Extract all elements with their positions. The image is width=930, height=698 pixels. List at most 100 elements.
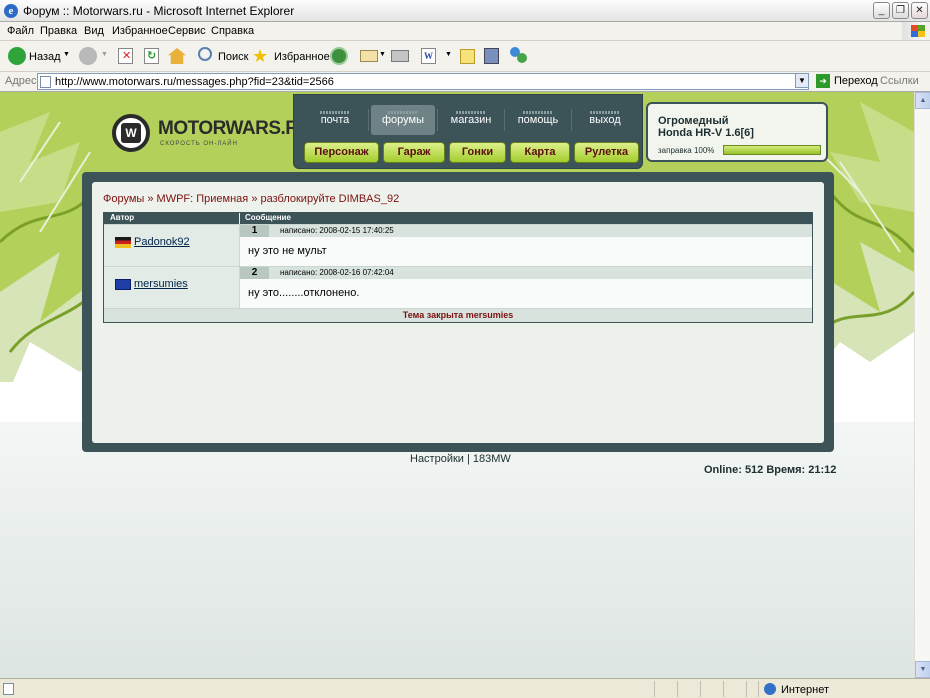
breadcrumb[interactable]: Форумы » MWPF: Приемная » разблокируйте … (103, 193, 399, 205)
forum-frame: Форумы » MWPF: Приемная » разблокируйте … (82, 172, 834, 452)
nav-shop[interactable]: магазин (440, 105, 502, 135)
car-nickname: Огромедный (658, 115, 729, 127)
nav-forums[interactable]: форумы (371, 105, 435, 135)
menu-file[interactable]: Файл (7, 25, 34, 37)
menu-bar: Файл Правка Вид Избранное Сервис Справка (0, 22, 930, 41)
online-status: Online: 512 Время: 21:12 (704, 464, 837, 476)
main-nav: почта форумы магазин помощь выход Персон… (293, 94, 643, 169)
toolbar: Назад ▼ ▼ ✕ ↻ Поиск ★ Избранное ▼ W ▼ (0, 41, 930, 72)
address-dropdown-button[interactable]: ▼ (795, 73, 809, 88)
footer-links[interactable]: Настройки | 183MW (410, 453, 511, 465)
post-date: написано: 2008-02-16 07:42:04 (280, 268, 394, 277)
home-icon (168, 48, 186, 64)
menu-edit[interactable]: Правка (40, 25, 77, 37)
forward-button[interactable]: ▼ (77, 45, 112, 67)
character-button[interactable]: Персонаж (304, 142, 379, 163)
mail-button[interactable]: ▼ (358, 45, 386, 67)
messenger-button[interactable] (508, 45, 530, 67)
stop-icon: ✕ (118, 48, 133, 64)
home-button[interactable] (166, 45, 188, 67)
nav-help[interactable]: помощь (507, 105, 569, 135)
topic-closed-notice: Тема закрыта mersumies (104, 308, 812, 322)
car-panel: Огромедный Honda HR-V 1.6[6] заправка 10… (646, 102, 828, 162)
car-model: Honda HR-V 1.6[6] (658, 127, 754, 139)
scroll-down-arrow-icon[interactable]: ▼ (915, 661, 930, 678)
refresh-button[interactable]: ↻ (142, 45, 162, 67)
edit-button[interactable]: W ▼ (419, 45, 455, 67)
posts-table: Автор Сообщение Padonok92 1 написано: 20… (103, 212, 813, 323)
address-url: http://www.motorwars.ru/messages.php?fid… (55, 76, 334, 88)
site-slogan: СКОРОСТЬ ОН-ЛАЙН (160, 141, 238, 147)
menu-help[interactable]: Справка (211, 25, 254, 37)
post-date: написано: 2008-02-15 17:40:25 (280, 226, 394, 235)
print-button[interactable] (389, 45, 411, 67)
clan-flag-icon (115, 279, 131, 290)
refresh-icon: ↻ (144, 48, 159, 64)
menu-view[interactable]: Вид (84, 25, 104, 37)
table-row: mersumies 2 написано: 2008-02-16 07:42:0… (104, 266, 812, 308)
search-icon (198, 47, 212, 61)
nav-logout[interactable]: выход (574, 105, 636, 135)
back-arrow-icon (8, 47, 26, 65)
address-input[interactable]: http://www.motorwars.ru/messages.php?fid… (37, 73, 809, 90)
back-button[interactable]: Назад ▼ (6, 45, 76, 67)
author-column-header: Автор (110, 213, 135, 222)
author-link[interactable]: mersumies (134, 278, 188, 290)
page-icon (3, 683, 14, 695)
star-icon: ★ (252, 46, 269, 66)
word-icon: W (421, 48, 436, 64)
discuss-button[interactable] (458, 45, 478, 67)
history-icon (330, 47, 348, 65)
search-button[interactable]: Поиск (196, 45, 248, 67)
message-column-header: Сообщение (245, 213, 291, 222)
fuel-label: заправка 100% (658, 146, 715, 155)
post-text: ну это........отклонено. (248, 287, 360, 299)
page-icon (40, 76, 51, 88)
close-button[interactable]: ✕ (911, 2, 928, 19)
favorites-button[interactable]: ★ Избранное (250, 45, 330, 67)
history-button[interactable] (328, 45, 350, 67)
post-number: 1 (240, 225, 269, 237)
garage-button[interactable]: Гараж (383, 142, 445, 163)
races-button[interactable]: Гонки (449, 142, 506, 163)
site-logo[interactable]: MOTORWARS.RU (158, 118, 312, 140)
status-bar: Интернет (0, 678, 930, 698)
window-title: Форум :: Motorwars.ru - Microsoft Intern… (23, 4, 295, 18)
maximize-button[interactable]: ❐ (892, 2, 909, 19)
go-button[interactable]: Переход (834, 75, 878, 87)
minimize-button[interactable]: _ (873, 2, 890, 19)
stop-button[interactable]: ✕ (116, 45, 136, 67)
research-button[interactable] (482, 45, 502, 67)
clan-flag-icon (115, 237, 131, 248)
forward-arrow-icon (79, 47, 97, 65)
roulette-button[interactable]: Рулетка (574, 142, 639, 163)
menu-favorites[interactable]: Избранное (112, 25, 168, 37)
scroll-up-arrow-icon[interactable]: ▲ (915, 92, 930, 109)
go-arrow-icon[interactable]: ➜ (816, 74, 830, 88)
title-bar[interactable]: e Форум :: Motorwars.ru - Microsoft Inte… (0, 0, 930, 22)
browser-window: e Форум :: Motorwars.ru - Microsoft Inte… (0, 0, 930, 698)
address-label: Адрес: (5, 75, 40, 87)
research-icon (484, 48, 499, 64)
fuel-bar (723, 145, 821, 155)
map-button[interactable]: Карта (510, 142, 570, 163)
author-link[interactable]: Padonok92 (134, 236, 190, 248)
post-number: 2 (240, 267, 269, 279)
vertical-scrollbar[interactable]: ▲ ▼ (914, 92, 930, 678)
table-row: Padonok92 1 написано: 2008-02-15 17:40:2… (104, 224, 812, 266)
printer-icon (391, 50, 409, 62)
ie-icon: e (4, 4, 18, 18)
address-bar: Адрес: http://www.motorwars.ru/messages.… (0, 72, 930, 92)
table-header: Автор Сообщение (104, 213, 812, 224)
page-content: W MOTORWARS.RU СКОРОСТЬ ОН-ЛАЙН почта фо… (0, 92, 914, 678)
nav-mail[interactable]: почта (304, 105, 366, 135)
security-zone: Интернет (781, 684, 829, 696)
menu-tools[interactable]: Сервис (168, 25, 206, 37)
internet-zone-icon (764, 683, 776, 695)
logo-icon[interactable]: W (112, 114, 150, 152)
post-text: ну это не мульт (248, 245, 327, 257)
note-icon (460, 49, 475, 64)
forum-panel: Форумы » MWPF: Приемная » разблокируйте … (92, 182, 824, 443)
windows-flag-icon (902, 22, 926, 40)
links-button[interactable]: Ссылки (880, 75, 919, 87)
